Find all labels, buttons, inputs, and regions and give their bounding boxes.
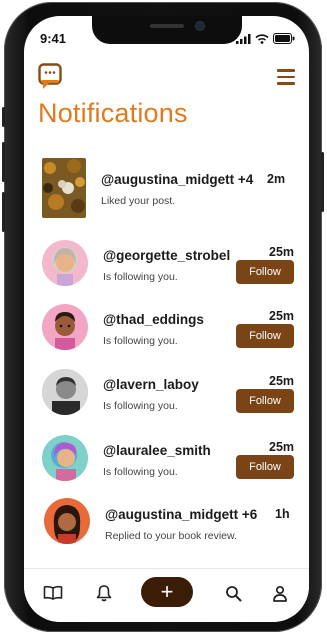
avatar [42, 369, 88, 415]
power-button [321, 152, 324, 212]
notification-time: 2m [267, 172, 286, 186]
bell-icon[interactable] [92, 581, 116, 605]
notification-username[interactable]: @lavern_laboy [103, 377, 199, 392]
notification-item[interactable]: @georgette_strobel Is following you. 25m… [24, 238, 309, 290]
screen: 9:41 Notifications @augustina_midgett +4… [24, 16, 309, 622]
search-icon[interactable] [221, 581, 245, 605]
avatar [42, 304, 88, 350]
notification-message: Is following you. [103, 466, 178, 478]
notification-username[interactable]: @georgette_strobel [103, 248, 230, 263]
mute-switch [2, 107, 5, 127]
volume-up-button [2, 142, 5, 182]
notification-item[interactable]: @thad_eddings Is following you. 25m Foll… [24, 302, 309, 354]
notification-time: 25m [269, 245, 295, 259]
notification-message: Liked your post. [101, 195, 176, 207]
notification-message: Is following you. [103, 271, 178, 283]
avatar [44, 498, 90, 544]
notification-time: 25m [269, 440, 295, 454]
notification-time: 1h [275, 507, 290, 521]
battery-icon [273, 33, 295, 44]
phone-frame: 9:41 Notifications @augustina_midgett +4… [2, 2, 324, 632]
follow-button[interactable]: Follow [236, 324, 294, 348]
notification-username[interactable]: @augustina_midgett +6 [105, 507, 257, 522]
notification-message: Is following you. [103, 335, 178, 347]
notification-username[interactable]: @augustina_midgett +4 [101, 172, 253, 187]
profile-icon[interactable] [268, 581, 292, 605]
follow-button[interactable]: Follow [236, 455, 294, 479]
notification-item[interactable]: @augustina_midgett +4 Liked your post. 2… [24, 156, 309, 220]
follow-button[interactable]: Follow [236, 389, 294, 413]
app-logo-icon[interactable] [38, 63, 62, 95]
notification-item[interactable]: @lauralee_smith Is following you. 25m Fo… [24, 433, 309, 485]
notification-item[interactable]: @augustina_midgett +6 Replied to your bo… [24, 496, 309, 552]
volume-down-button [2, 192, 5, 232]
notch [92, 16, 242, 44]
avatar [42, 435, 88, 481]
book-icon[interactable] [41, 581, 65, 605]
avatar [42, 240, 88, 286]
add-button[interactable]: + [141, 577, 193, 607]
follow-button[interactable]: Follow [236, 260, 294, 284]
notification-time: 25m [269, 374, 295, 388]
hamburger-menu-icon[interactable] [277, 69, 295, 89]
wifi-icon [255, 33, 269, 44]
page-title: Notifications [38, 98, 188, 128]
post-thumbnail [42, 158, 86, 218]
notification-message: Is following you. [103, 400, 178, 412]
front-camera [196, 22, 204, 30]
notification-time: 25m [269, 309, 295, 323]
notification-username[interactable]: @thad_eddings [103, 312, 204, 327]
notification-item[interactable]: @lavern_laboy Is following you. 25m Foll… [24, 367, 309, 419]
status-time: 9:41 [40, 31, 67, 46]
bottom-navigation: + [24, 568, 309, 622]
speaker [150, 24, 184, 28]
notification-username[interactable]: @lauralee_smith [103, 443, 211, 458]
notification-message: Replied to your book review. [105, 530, 237, 542]
signal-icon [236, 33, 251, 44]
status-icons [236, 33, 295, 44]
